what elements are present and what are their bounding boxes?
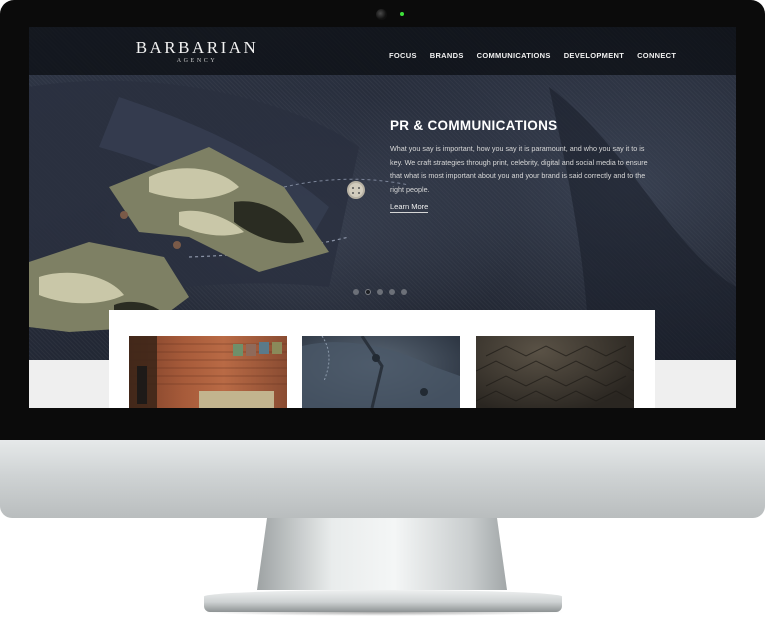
carousel-dot-2[interactable] <box>365 289 371 295</box>
denim-jacket-image <box>302 336 460 408</box>
site-header: BARBARIAN AGENCY FOCUS BRANDS COMMUNICAT… <box>29 27 736 75</box>
brick-room-image <box>129 336 287 408</box>
hero-title: PR & COMMUNICATIONS <box>390 118 558 133</box>
thumbnail-denim-jacket[interactable] <box>302 336 460 408</box>
carousel-dot-3[interactable] <box>377 289 383 295</box>
monitor-base <box>204 590 562 612</box>
leather-texture-image <box>476 345 634 402</box>
logo-wordmark: BARBARIAN <box>135 38 259 57</box>
nav-item-focus[interactable]: FOCUS <box>389 51 417 60</box>
carousel-dots <box>353 289 407 295</box>
carousel-dot-1[interactable] <box>353 289 359 295</box>
thumbnail-leather-texture[interactable] <box>476 336 634 408</box>
screen: BARBARIAN AGENCY FOCUS BRANDS COMMUNICAT… <box>29 27 736 408</box>
site-logo[interactable]: BARBARIAN AGENCY <box>127 39 267 65</box>
logo-tagline: AGENCY <box>176 58 218 64</box>
hero-copy: PR & COMMUNICATIONS What you say is impo… <box>390 118 654 214</box>
thumbnail-brick-room[interactable] <box>129 336 287 408</box>
carousel-dot-4[interactable] <box>389 289 395 295</box>
main-nav: FOCUS BRANDS COMMUNICATIONS DEVELOPMENT … <box>389 51 676 60</box>
webcam-icon <box>376 9 387 20</box>
featured-panel <box>109 310 655 408</box>
nav-item-development[interactable]: DEVELOPMENT <box>564 51 624 60</box>
carousel-dot-5[interactable] <box>401 289 407 295</box>
nav-item-communications[interactable]: COMMUNICATIONS <box>477 51 551 60</box>
hero-body: What you say is important, how you say i… <box>390 144 648 194</box>
monitor-stand <box>257 518 507 590</box>
nav-item-connect[interactable]: CONNECT <box>637 51 676 60</box>
monitor-chin <box>0 440 765 518</box>
learn-more-link[interactable]: Learn More <box>390 202 429 213</box>
nav-item-brands[interactable]: BRANDS <box>430 51 464 60</box>
camera-led <box>400 12 404 16</box>
